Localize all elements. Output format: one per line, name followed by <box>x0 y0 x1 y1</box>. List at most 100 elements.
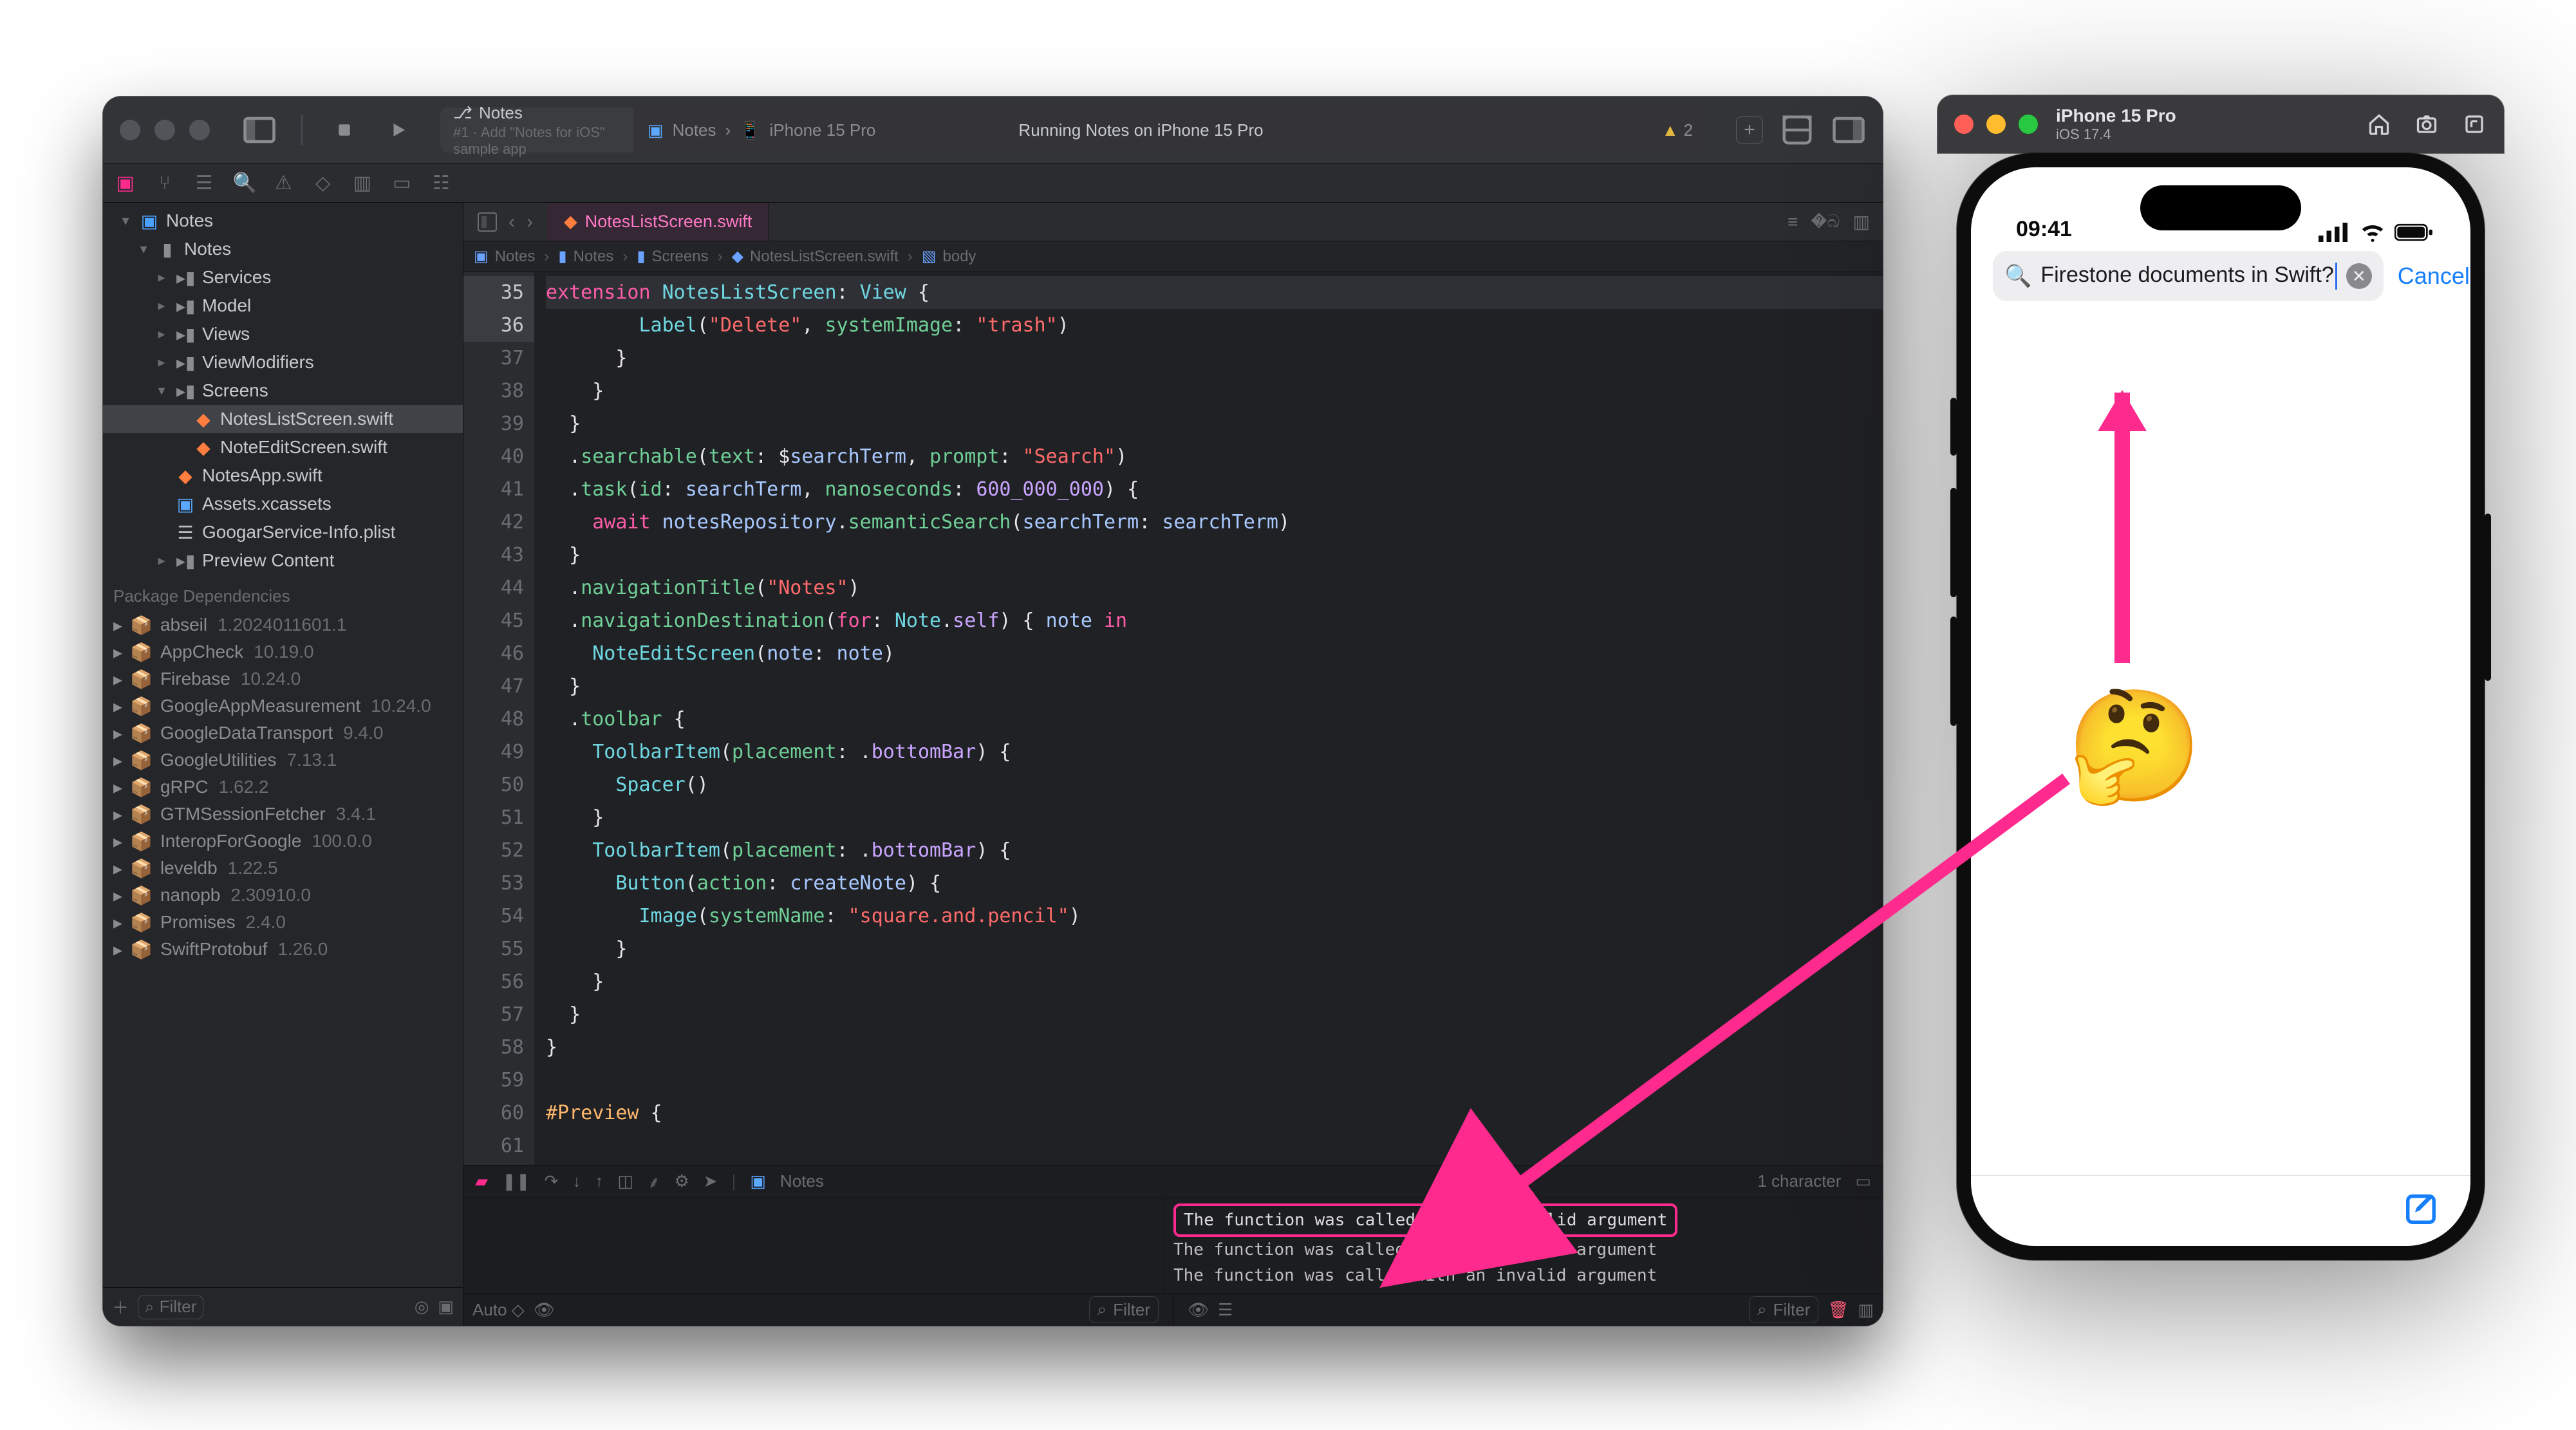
line-number[interactable]: 39 <box>463 407 524 440</box>
find-navigator-icon[interactable]: 🔍 <box>233 172 255 194</box>
line-number[interactable]: 60 <box>463 1097 524 1129</box>
jumpbar-segment[interactable]: ◆NotesListScreen.swift <box>732 247 899 266</box>
editor-tab-noteslistscreen[interactable]: ◆ NotesListScreen.swift <box>547 203 769 241</box>
line-number[interactable]: 42 <box>463 506 524 539</box>
zoom-dot[interactable] <box>189 120 210 140</box>
disclosure-chevron-icon[interactable]: ▾ <box>154 382 169 399</box>
debug-pause-icon[interactable]: ❚❚ <box>502 1171 530 1191</box>
package-item[interactable]: ▸📦Firebase 10.24.0 <box>103 665 463 692</box>
package-item[interactable]: ▸📦Promises 2.4.0 <box>103 909 463 936</box>
line-number[interactable]: 52 <box>463 834 524 867</box>
debug-navigator-icon[interactable]: ▥ <box>351 172 373 194</box>
external-display-icon[interactable] <box>2461 111 2487 137</box>
search-results-area[interactable] <box>1971 313 2470 1175</box>
jumpbar-segment[interactable]: ▣Notes <box>474 247 535 266</box>
line-number[interactable]: 48 <box>463 703 524 736</box>
package-item[interactable]: ▸📦InteropForGoogle 100.0.0 <box>103 828 463 855</box>
volume-up-button[interactable] <box>1950 488 1957 597</box>
library-button[interactable] <box>1780 113 1815 147</box>
debug-disable-breakpoints-icon[interactable]: ▰ <box>475 1171 488 1191</box>
source-control-navigator-icon[interactable]: ⑂ <box>154 172 175 194</box>
adjust-editor-icon[interactable]: �බ <box>1811 211 1840 232</box>
console-filter-field[interactable]: ⌕ Filter <box>1749 1296 1818 1323</box>
navigator-item[interactable]: ◆NoteEditScreen.swift <box>103 433 463 461</box>
package-item[interactable]: ▸📦abseil 1.2024011601.1 <box>103 611 463 638</box>
package-item[interactable]: ▸📦GoogleDataTransport 9.4.0 <box>103 720 463 747</box>
close-dot[interactable] <box>1954 115 1974 134</box>
side-button[interactable] <box>2485 514 2491 681</box>
navigator-item[interactable]: ▾▮Notes <box>103 235 463 263</box>
navigator-item[interactable]: ▸▸▮Model <box>103 292 463 320</box>
add-target-button[interactable]: ＋ <box>112 1295 129 1319</box>
compose-button[interactable] <box>2403 1192 2438 1230</box>
navigator-item[interactable]: ▸▸▮Services <box>103 263 463 292</box>
run-button[interactable] <box>381 113 416 147</box>
line-number[interactable]: 51 <box>463 801 524 834</box>
zoom-dot[interactable] <box>2019 115 2038 134</box>
navigator-filter-field[interactable]: ⌕ Filter <box>138 1295 203 1319</box>
line-number[interactable]: 36 <box>463 309 534 342</box>
disclosure-chevron-icon[interactable]: ▸ <box>154 269 169 286</box>
disclosure-chevron-icon[interactable]: ▾ <box>118 212 133 229</box>
navigator-item[interactable]: ◆NotesApp.swift <box>103 461 463 490</box>
toggle-debug-area-icon[interactable]: ▭ <box>1855 1171 1871 1191</box>
jump-bar[interactable]: ▣Notes›▮Notes›▮Screens›◆NotesListScreen.… <box>463 241 1883 272</box>
line-number[interactable]: 50 <box>463 768 524 801</box>
bookmark-navigator-icon[interactable]: ☰ <box>194 172 215 194</box>
package-item[interactable]: ▸📦nanopb 2.30910.0 <box>103 882 463 909</box>
line-number[interactable]: 45 <box>463 604 524 637</box>
console-output[interactable]: The function was called with an invalid … <box>1164 1198 1883 1294</box>
debug-location-icon[interactable]: ➤ <box>704 1171 718 1191</box>
simulator-traffic-lights[interactable] <box>1954 115 2038 134</box>
variables-filter-field[interactable]: ⌕ Filter <box>1089 1296 1159 1323</box>
minimize-dot[interactable] <box>1986 115 2006 134</box>
line-number[interactable]: 41 <box>463 473 524 506</box>
console-metadata-icon[interactable]: ☰ <box>1218 1300 1233 1320</box>
debug-step-into-icon[interactable]: ↓ <box>572 1171 581 1191</box>
navigator-item[interactable]: ◆NotesListScreen.swift <box>103 405 463 433</box>
jumpbar-segment[interactable]: ▮Screens <box>637 247 708 266</box>
quicklook-icon[interactable]: 👁 <box>534 1300 555 1320</box>
variables-scope-label[interactable]: Auto ◇ <box>472 1300 525 1320</box>
package-item[interactable]: ▸📦GoogleAppMeasurement 10.24.0 <box>103 692 463 720</box>
add-editor-button[interactable]: + <box>1736 116 1763 144</box>
search-field[interactable]: 🔍 Firestone documents in Swift? ✕ <box>1993 251 2384 301</box>
scheme-selector[interactable]: ⎇Notes #1 · Add "Notes for iOS" sample a… <box>440 107 633 153</box>
report-navigator-icon[interactable]: ☷ <box>431 172 452 194</box>
issue-indicator[interactable]: ▲ 2 <box>1648 107 1706 153</box>
navigator-item[interactable]: ▾▸▮Screens <box>103 376 463 405</box>
debug-view-hierarchy-icon[interactable]: ◫ <box>617 1171 633 1191</box>
line-number[interactable]: 38 <box>463 375 524 407</box>
project-navigator[interactable]: ▾▣Notes▾▮Notes▸▸▮Services▸▸▮Model▸▸▮View… <box>103 203 463 1326</box>
package-item[interactable]: ▸📦GTMSessionFetcher 3.4.1 <box>103 801 463 828</box>
console-panes-icon[interactable]: ▥ <box>1858 1300 1874 1320</box>
line-number[interactable]: 49 <box>463 736 524 768</box>
disclosure-chevron-icon[interactable]: ▸ <box>154 354 169 371</box>
activity-viewer[interactable]: ▣ Notes › 📱 iPhone 15 Pro Running Notes … <box>633 107 1648 153</box>
debug-memory-graph-icon[interactable]: ⸙ <box>648 1170 660 1193</box>
package-item[interactable]: ▸📦gRPC 1.62.2 <box>103 774 463 801</box>
clear-text-button[interactable]: ✕ <box>2346 263 2372 289</box>
sidebar-toggle-icon[interactable] <box>242 113 277 147</box>
navigator-item[interactable]: ☰GoogarService-Info.plist <box>103 518 463 546</box>
window-traffic-lights[interactable] <box>120 120 210 140</box>
navigator-item[interactable]: ▸▸▮Preview Content <box>103 546 463 575</box>
jumpbar-segment[interactable]: ▮Notes <box>558 247 613 266</box>
screenshot-icon[interactable] <box>2414 111 2440 137</box>
line-number[interactable]: 37 <box>463 342 524 375</box>
home-icon[interactable] <box>2366 111 2392 137</box>
line-number[interactable]: 35 <box>463 276 534 309</box>
project-navigator-icon[interactable]: ▣ <box>115 172 136 194</box>
console-visibility-icon[interactable]: 👁 <box>1188 1300 1209 1320</box>
related-items-icon[interactable] <box>478 212 497 232</box>
console-clear-icon[interactable]: 🗑 <box>1827 1300 1849 1320</box>
line-number[interactable]: 47 <box>463 670 524 703</box>
nav-forward-icon[interactable]: › <box>527 211 533 233</box>
package-item[interactable]: ▸📦SwiftProtobuf 1.26.0 <box>103 936 463 963</box>
debug-step-over-icon[interactable]: ↷ <box>545 1171 559 1191</box>
line-number[interactable]: 55 <box>463 933 524 965</box>
mute-switch[interactable] <box>1950 398 1957 456</box>
debug-env-overrides-icon[interactable]: ⚙ <box>674 1171 689 1191</box>
line-number[interactable]: 56 <box>463 965 524 998</box>
close-dot[interactable] <box>120 120 140 140</box>
